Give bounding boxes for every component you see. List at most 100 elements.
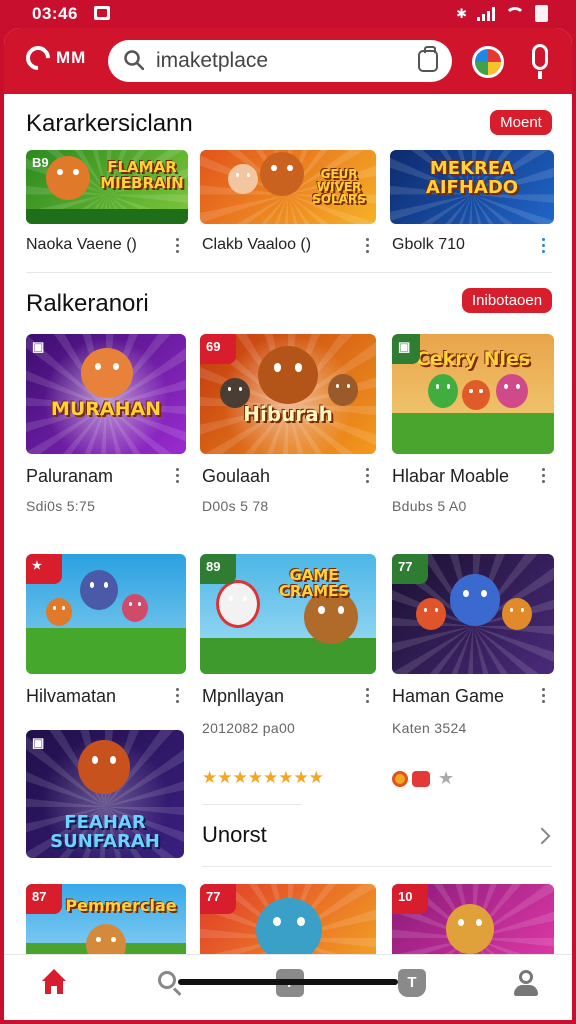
- section-title-3[interactable]: Unorst: [202, 822, 267, 848]
- game-tile-1[interactable]: FLAMAR MIEBRAIN B9: [26, 150, 188, 224]
- game-name[interactable]: Hlabar Moable: [392, 466, 509, 487]
- rating-chips: ★: [392, 768, 454, 789]
- mascot-icon: [258, 346, 318, 404]
- status-bar: 03:46 ✱: [0, 0, 576, 28]
- game-name[interactable]: Mpnllayan: [202, 686, 284, 707]
- mascot-icon: [260, 152, 304, 196]
- tile-title: GEUR WIVER SOLARS: [312, 167, 366, 207]
- status-time: 03:46: [32, 4, 78, 23]
- tile-title: MEKREA AIFHADO: [425, 158, 519, 198]
- section-title-1: Kararkersiclann: [26, 110, 193, 137]
- tile-title: FLAMAR MIEBRAIN: [100, 158, 184, 192]
- tile-badge: ★: [26, 554, 62, 584]
- mail-notification-icon: [94, 6, 110, 20]
- coin-icon: [392, 770, 408, 787]
- game-meta: D00s 5 78: [202, 498, 269, 514]
- mascot-icon: [78, 740, 130, 794]
- game-tile-5[interactable]: Hiburah 69: [200, 334, 376, 454]
- mascot-icon: [81, 348, 133, 398]
- mascot-icon: [446, 904, 494, 954]
- status-icons: ✱: [456, 5, 548, 22]
- section1-more-button[interactable]: Moent: [490, 110, 552, 135]
- more-options-icon[interactable]: [366, 688, 370, 704]
- creature-icon: [46, 598, 72, 626]
- top-app-bar: MM: [4, 28, 572, 94]
- more-options-icon[interactable]: [542, 688, 546, 704]
- battery-icon: [535, 5, 548, 22]
- tile-title: FEAHAR SUNFARAH: [50, 812, 160, 852]
- mascot-icon: [450, 574, 500, 626]
- game-name[interactable]: Naoka Vaene (): [26, 236, 137, 254]
- badge-icon: [412, 770, 430, 787]
- game-name[interactable]: Gbolk 710: [392, 236, 465, 254]
- more-options-icon[interactable]: [176, 468, 180, 484]
- game-tile-7[interactable]: ★: [26, 554, 186, 674]
- tile-badge: 77: [392, 554, 428, 584]
- account-icon[interactable]: [512, 969, 540, 997]
- search-input[interactable]: [156, 48, 406, 74]
- game-meta: Bdubs 5 A0: [392, 498, 467, 514]
- more-options-icon[interactable]: [542, 238, 546, 254]
- game-tile-2[interactable]: GEUR WIVER SOLARS: [200, 150, 376, 224]
- more-options-icon[interactable]: [176, 688, 180, 704]
- home-icon[interactable]: [40, 969, 68, 997]
- tile-badge: 69: [200, 334, 236, 364]
- tile-badge: ▣: [32, 735, 45, 750]
- more-options-icon[interactable]: [366, 238, 370, 254]
- tile-badge: 10: [392, 884, 428, 914]
- brand-logo[interactable]: MM: [21, 41, 87, 75]
- section2-more-button[interactable]: Inibotaoen: [462, 288, 552, 313]
- microphone-icon[interactable]: [532, 44, 548, 79]
- kid-icon: [228, 164, 258, 194]
- game-tile-9[interactable]: 77: [392, 554, 554, 674]
- section-title-2: Ralkeranori: [26, 290, 149, 317]
- more-options-icon[interactable]: [176, 238, 180, 254]
- game-meta: 2012082 pa00: [202, 720, 296, 736]
- kid-icon: [122, 594, 148, 622]
- game-tile-8[interactable]: GAME CRAMES 89: [200, 554, 376, 674]
- game-name[interactable]: Goulaah: [202, 466, 270, 487]
- bluetooth-icon: ✱: [456, 5, 467, 21]
- books-icon[interactable]: T: [398, 969, 426, 997]
- wifi-icon: [505, 6, 525, 21]
- more-options-icon[interactable]: [542, 468, 546, 484]
- tile-title: Pemmerclae: [65, 896, 177, 915]
- play-games-icon[interactable]: [472, 46, 504, 78]
- divider: [26, 272, 552, 273]
- game-meta: Sdi0s 5:75: [26, 498, 96, 514]
- divider: [202, 866, 552, 867]
- creature-icon: [462, 380, 490, 410]
- app-window: MM Kararkersiclann Moent FLAMAR MIEBRAIN…: [4, 28, 572, 1020]
- brand-name: MM: [56, 48, 87, 67]
- game-tile-6[interactable]: Cekry Nles ▣: [392, 334, 554, 454]
- brand-icon: [21, 41, 55, 75]
- game-name[interactable]: Haman Game: [392, 686, 504, 707]
- tile-title: Hiburah: [243, 402, 333, 426]
- featured-game-tile[interactable]: FEAHAR SUNFARAH ▣: [26, 730, 184, 858]
- camera-lens-icon[interactable]: [418, 46, 438, 72]
- tile-badge: B9: [32, 155, 49, 170]
- tile-badge: ▣: [392, 334, 420, 364]
- tile-badge: 87: [26, 884, 62, 914]
- gesture-home-bar[interactable]: [178, 979, 398, 985]
- game-meta: Katen 3524: [392, 720, 467, 736]
- game-name[interactable]: Hilvamatan: [26, 686, 116, 707]
- bear-icon: [80, 570, 118, 610]
- rating-stars: ★★★★★★★★: [202, 768, 324, 787]
- game-name[interactable]: Clakb Vaaloo (): [202, 236, 311, 254]
- tile-title: GAME CRAMES: [278, 566, 350, 600]
- game-name[interactable]: Paluranam: [26, 466, 113, 487]
- tile-badge: ▣: [32, 339, 45, 354]
- search-bar[interactable]: [108, 40, 452, 82]
- star-icon: ★: [438, 768, 455, 788]
- tile-title: MURAHAN: [50, 398, 162, 420]
- signal-icon: [477, 6, 495, 21]
- bottom-navigation: r T: [4, 954, 572, 1020]
- creature-icon: [496, 374, 528, 408]
- chevron-right-icon[interactable]: [533, 827, 551, 845]
- game-tile-3[interactable]: MEKREA AIFHADO: [390, 150, 554, 224]
- more-options-icon[interactable]: [366, 468, 370, 484]
- tile-badge: 89: [200, 554, 236, 584]
- game-tile-4[interactable]: MURAHAN ▣: [26, 334, 186, 454]
- creature-icon: [256, 898, 322, 962]
